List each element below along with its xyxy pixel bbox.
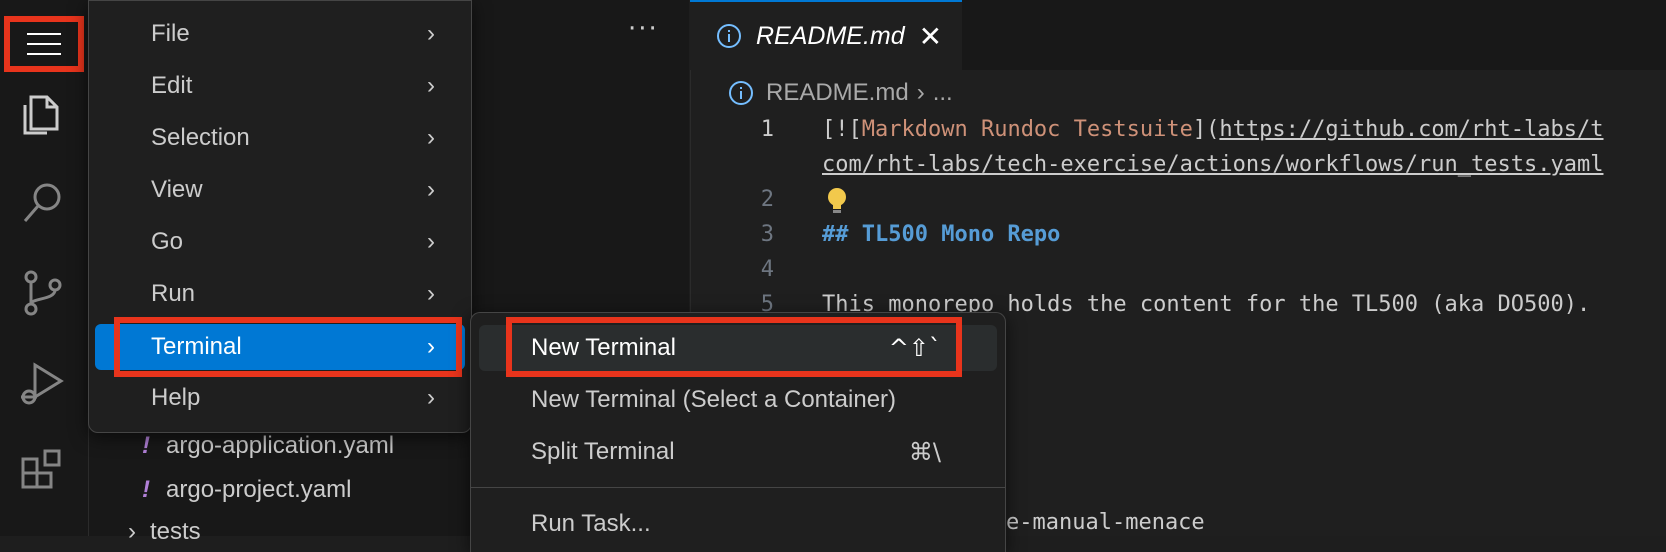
tree-item-argo-application[interactable]: ! argo-application.yaml	[142, 432, 394, 460]
shortcut-label: ^⇧`	[888, 334, 941, 362]
line-number: 2	[760, 187, 774, 212]
menu-item-split-terminal[interactable]: Split Terminal ⌘\	[479, 429, 997, 475]
breadcrumb-more[interactable]: ...	[933, 79, 953, 107]
tab-readme[interactable]: README.md ✕	[690, 0, 962, 70]
activity-bar	[0, 0, 89, 536]
menu-hamburger-button[interactable]	[4, 16, 84, 72]
explorer-icon[interactable]	[14, 84, 72, 142]
terminal-submenu: New Terminal ^⇧` New Terminal (Select a C…	[470, 312, 1006, 552]
menu-item-new-terminal-container[interactable]: New Terminal (Select a Container)	[479, 377, 997, 423]
menu-item-file[interactable]: File ›	[95, 11, 465, 57]
chevron-right-icon: ›	[427, 124, 435, 151]
info-icon	[729, 81, 753, 105]
code-line-8-fragment[interactable]: e-manual-menace	[1006, 510, 1205, 535]
menu-item-go[interactable]: Go ›	[95, 219, 465, 265]
search-icon[interactable]	[14, 174, 72, 232]
close-icon[interactable]: ✕	[919, 20, 942, 53]
chevron-right-icon: ›	[427, 20, 435, 47]
menu-item-selection[interactable]: Selection ›	[95, 115, 465, 161]
menu-item-help[interactable]: Help ›	[95, 375, 465, 421]
chevron-right-icon: ›	[427, 228, 435, 255]
chevron-right-icon: ›	[427, 72, 435, 99]
chevron-right-icon: ›	[427, 280, 435, 307]
tab-label: README.md	[756, 21, 905, 50]
tree-item-argo-project[interactable]: ! argo-project.yaml	[142, 476, 351, 504]
lightbulb-icon[interactable]	[826, 186, 848, 216]
source-control-icon[interactable]	[14, 264, 72, 322]
breadcrumb-file[interactable]: README.md	[766, 79, 909, 107]
line-number: 1	[760, 117, 774, 142]
extensions-icon[interactable]	[14, 444, 72, 502]
breadcrumb: README.md › ...	[728, 76, 953, 110]
menu-item-terminal[interactable]: Terminal ›	[95, 324, 465, 370]
breadcrumb-separator: ›	[916, 79, 925, 106]
line-number: 3	[760, 222, 774, 247]
line-number: 4	[760, 257, 774, 282]
chevron-right-icon: ›	[427, 176, 435, 203]
yaml-icon: !	[142, 476, 150, 503]
code-line-1[interactable]: [![Markdown Rundoc Testsuite](https://gi…	[822, 117, 1604, 142]
menu-separator	[471, 487, 1005, 488]
application-menu: File › Edit › Selection › View › Go › Run › Te…	[88, 0, 472, 433]
code-line-1-wrap[interactable]: com/rht-labs/tech-exercise/actions/workf…	[822, 152, 1603, 177]
chevron-right-icon: ›	[427, 384, 435, 411]
info-icon	[717, 24, 741, 48]
chevron-right-icon: ›	[128, 518, 136, 545]
shortcut-label: ⌘\	[908, 438, 941, 466]
menu-item-run-task[interactable]: Run Task...	[479, 501, 997, 547]
code-line-3[interactable]: ## TL500 Mono Repo	[822, 222, 1060, 247]
menu-item-edit[interactable]: Edit ›	[95, 63, 465, 109]
tree-item-tests-folder[interactable]: › tests	[128, 518, 201, 546]
hamburger-icon	[27, 33, 61, 55]
sidebar-more-button[interactable]: ···	[628, 14, 659, 44]
menu-item-run[interactable]: Run ›	[95, 271, 465, 317]
chevron-right-icon: ›	[427, 333, 435, 360]
run-debug-icon[interactable]	[14, 354, 72, 412]
yaml-icon: !	[142, 432, 150, 459]
menu-item-new-terminal[interactable]: New Terminal ^⇧`	[479, 325, 997, 371]
menu-item-view[interactable]: View ›	[95, 167, 465, 213]
